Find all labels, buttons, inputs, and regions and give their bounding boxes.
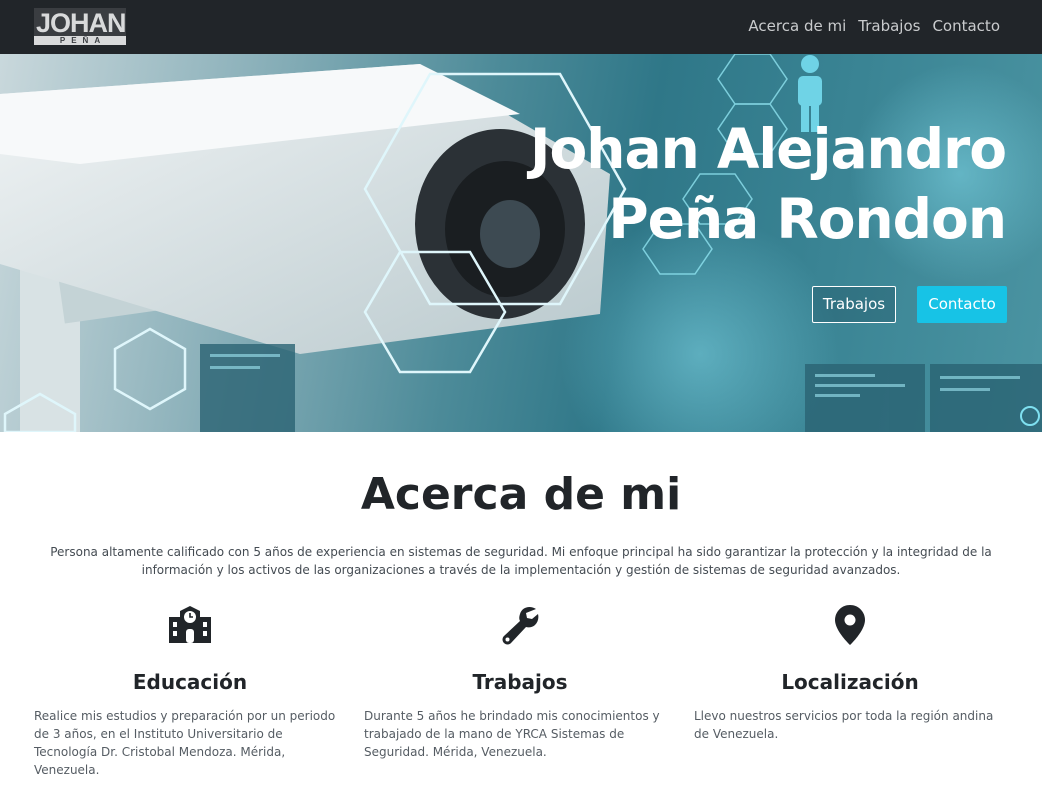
- about-description: Persona altamente calificado con 5 años …: [50, 545, 992, 577]
- navbar: JOHAN PEÑA Acerca de mi Trabajos Contact…: [0, 0, 1042, 54]
- school-icon: [169, 606, 211, 643]
- nav-links: Acerca de mi Trabajos Contacto: [748, 15, 1000, 37]
- nav-link-trabajos[interactable]: Trabajos: [858, 15, 920, 37]
- nav-link-contacto[interactable]: Contacto: [932, 15, 1000, 37]
- work-text: Durante 5 años he brindado mis conocimie…: [364, 709, 660, 759]
- contacto-button[interactable]: Contacto: [917, 286, 1007, 323]
- nav-link-acerca[interactable]: Acerca de mi: [748, 15, 846, 37]
- education-column: Educación Realice mis estudios y prepara…: [34, 605, 346, 779]
- hero-section: Johan Alejandro Peña Rondon Trabajos Con…: [0, 54, 1042, 432]
- wrench-icon: [502, 606, 539, 645]
- map-pin-icon: [835, 605, 865, 645]
- hero-title: Johan Alejandro Peña Rondon: [530, 114, 1007, 254]
- hero-title-line2: Peña Rondon: [608, 187, 1007, 251]
- education-text: Realice mis estudios y preparación por u…: [34, 709, 336, 777]
- location-title: Localización: [781, 670, 919, 694]
- location-text: Llevo nuestros servicios por toda la reg…: [694, 709, 994, 741]
- location-column: Localización Llevo nuestros servicios po…: [694, 605, 1006, 743]
- logo-subtext: PEÑA: [59, 36, 107, 45]
- logo-text: JOHAN: [36, 8, 127, 38]
- work-title: Trabajos: [472, 670, 568, 694]
- about-title: Acerca de mi: [360, 469, 682, 520]
- work-column: Trabajos Durante 5 años he brindado mis …: [364, 605, 676, 761]
- education-title: Educación: [132, 670, 248, 694]
- hero-title-line1: Johan Alejandro: [530, 117, 1007, 181]
- logo[interactable]: JOHAN PEÑA: [34, 8, 127, 45]
- trabajos-button[interactable]: Trabajos: [812, 286, 896, 323]
